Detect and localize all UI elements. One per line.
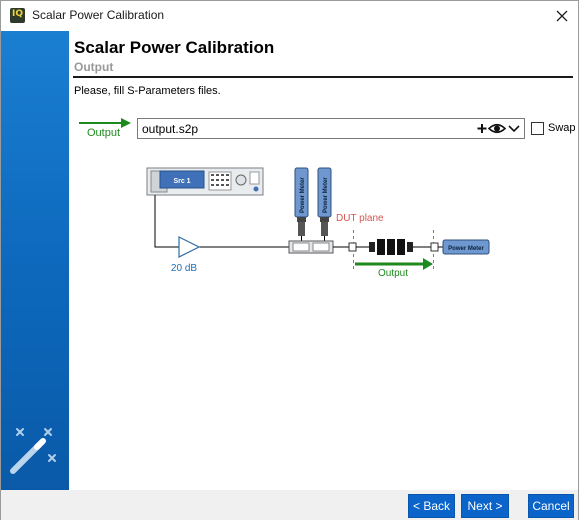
dut-plane-label: DUT plane xyxy=(336,213,384,224)
calibration-diagram: Src 1 20 dB Power Meter Power Meter DUT … xyxy=(146,167,490,279)
wizard-content: Scalar Power Calibration Output Please, … xyxy=(69,31,578,490)
amp-gain-label: 20 dB xyxy=(171,263,197,274)
directional-coupler xyxy=(288,240,334,254)
title-bar: IQ Scalar Power Calibration xyxy=(1,1,578,31)
power-meter: Power Meter xyxy=(442,239,490,255)
app-icon: IQ xyxy=(10,8,25,23)
cancel-button[interactable]: Cancel xyxy=(528,494,574,518)
output-label: Output xyxy=(378,268,408,279)
power-sensor-1-label: Power Meter xyxy=(300,177,306,213)
magic-wand-icon xyxy=(10,428,56,474)
power-sensor-1: Power Meter xyxy=(294,167,309,245)
signal-generator: Src 1 xyxy=(146,167,264,196)
power-meter-label: Power Meter xyxy=(448,246,484,252)
wizard-window: IQ Scalar Power Calibration Scalar Power… xyxy=(0,0,579,520)
window-title: Scalar Power Calibration xyxy=(32,8,165,22)
next-button[interactable]: Next > xyxy=(461,494,509,518)
back-button[interactable]: < Back xyxy=(408,494,455,518)
wizard-footer: < Back Next > Cancel xyxy=(1,490,578,520)
source-label: Src 1 xyxy=(173,178,190,185)
attenuator xyxy=(369,239,413,255)
close-icon[interactable] xyxy=(549,4,575,28)
wizard-sidebar xyxy=(1,31,69,490)
power-sensor-2: Power Meter xyxy=(317,167,332,245)
power-sensor-2-label: Power Meter xyxy=(323,177,329,213)
amplifier xyxy=(178,236,201,258)
app-icon-text: IQ xyxy=(12,9,23,19)
